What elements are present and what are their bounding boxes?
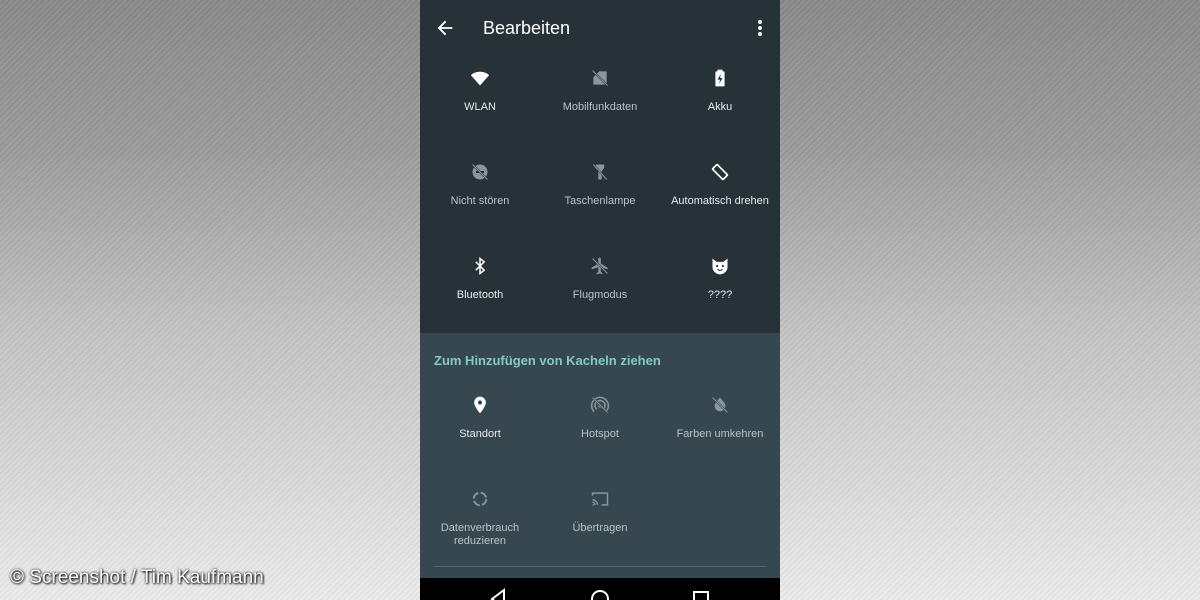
arrow-left-icon: [437, 20, 453, 36]
cat-icon: [712, 258, 728, 275]
flashlight-icon: [592, 163, 608, 181]
bluetooth-icon: [475, 256, 486, 276]
do-not-disturb-icon: [471, 163, 489, 181]
nav-home-button[interactable]: [589, 588, 611, 600]
tile-label: Farben umkehren: [676, 428, 764, 440]
tile-label: WLAN: [464, 101, 496, 113]
tile-airplane-mode[interactable]: Flugmodus: [540, 244, 660, 338]
tile-label: Taschenlampe: [564, 195, 636, 207]
nav-back-icon: [490, 588, 505, 600]
credit-watermark: © Screenshot / Tim Kaufmann: [10, 567, 264, 588]
add-tiles-header: Zum Hinzufügen von Kacheln ziehen: [434, 353, 661, 368]
tile-label: Akku: [707, 101, 733, 113]
tile-data-saver[interactable]: Datenverbrauch reduzieren: [420, 477, 540, 571]
tile-mobile-data[interactable]: Mobilfunkdaten: [540, 56, 660, 150]
location-icon: [474, 396, 486, 414]
tile-label: Übertragen: [572, 522, 628, 534]
nav-recents-icon: [693, 591, 709, 600]
tile-bluetooth[interactable]: Bluetooth: [420, 244, 540, 338]
tile-label: Hotspot: [581, 428, 619, 440]
tile-label: ????: [707, 289, 733, 301]
cast-icon: [591, 492, 609, 506]
tile-location[interactable]: Standort: [420, 383, 540, 477]
mobile-data-off-icon: [591, 69, 609, 87]
tile-hotspot[interactable]: Hotspot: [540, 383, 660, 477]
tile-cast[interactable]: Übertragen: [540, 477, 660, 571]
back-button[interactable]: [434, 17, 456, 39]
nav-back-button[interactable]: [488, 588, 510, 600]
overflow-menu-button[interactable]: [754, 17, 766, 39]
tile-label: Bluetooth: [456, 289, 504, 301]
tile-label: Nicht stören: [450, 195, 510, 207]
battery-charging-icon: [715, 69, 725, 87]
invert-colors-icon: [711, 396, 729, 414]
tile-auto-rotate[interactable]: Automatisch drehen: [660, 150, 780, 244]
more-vert-icon: [758, 20, 762, 36]
divider: [434, 566, 766, 567]
tile-label: Automatisch drehen: [671, 195, 769, 207]
page-title: Bearbeiten: [483, 18, 571, 38]
tile-wlan[interactable]: WLAN: [420, 56, 540, 150]
tile-do-not-disturb[interactable]: Nicht stören: [420, 150, 540, 244]
tile-label: Datenverbrauch reduzieren: [440, 522, 520, 547]
wifi-icon: [470, 71, 490, 86]
tile-invert-colors[interactable]: Farben umkehren: [660, 383, 780, 477]
tile-flashlight[interactable]: Taschenlampe: [540, 150, 660, 244]
hotspot-icon: [590, 396, 610, 414]
tile-battery[interactable]: Akku: [660, 56, 780, 150]
data-saver-icon: [472, 491, 488, 507]
airplane-mode-icon: [591, 257, 609, 275]
tile-label: Standort: [459, 428, 501, 440]
tile-easter-egg[interactable]: ????: [660, 244, 780, 338]
toolbar: Bearbeiten: [420, 0, 780, 56]
phone-screen: Bearbeiten WLAN Mobilfunkdaten Akku Nich…: [420, 0, 780, 600]
auto-rotate-icon: [711, 163, 729, 181]
navigation-bar: [420, 578, 780, 600]
tile-label: Flugmodus: [572, 289, 628, 301]
nav-recents-button[interactable]: [690, 588, 712, 600]
add-tiles-section: Zum Hinzufügen von Kacheln ziehen Stando…: [420, 333, 780, 578]
nav-home-icon: [591, 590, 609, 600]
tile-label: Mobilfunkdaten: [562, 101, 638, 113]
